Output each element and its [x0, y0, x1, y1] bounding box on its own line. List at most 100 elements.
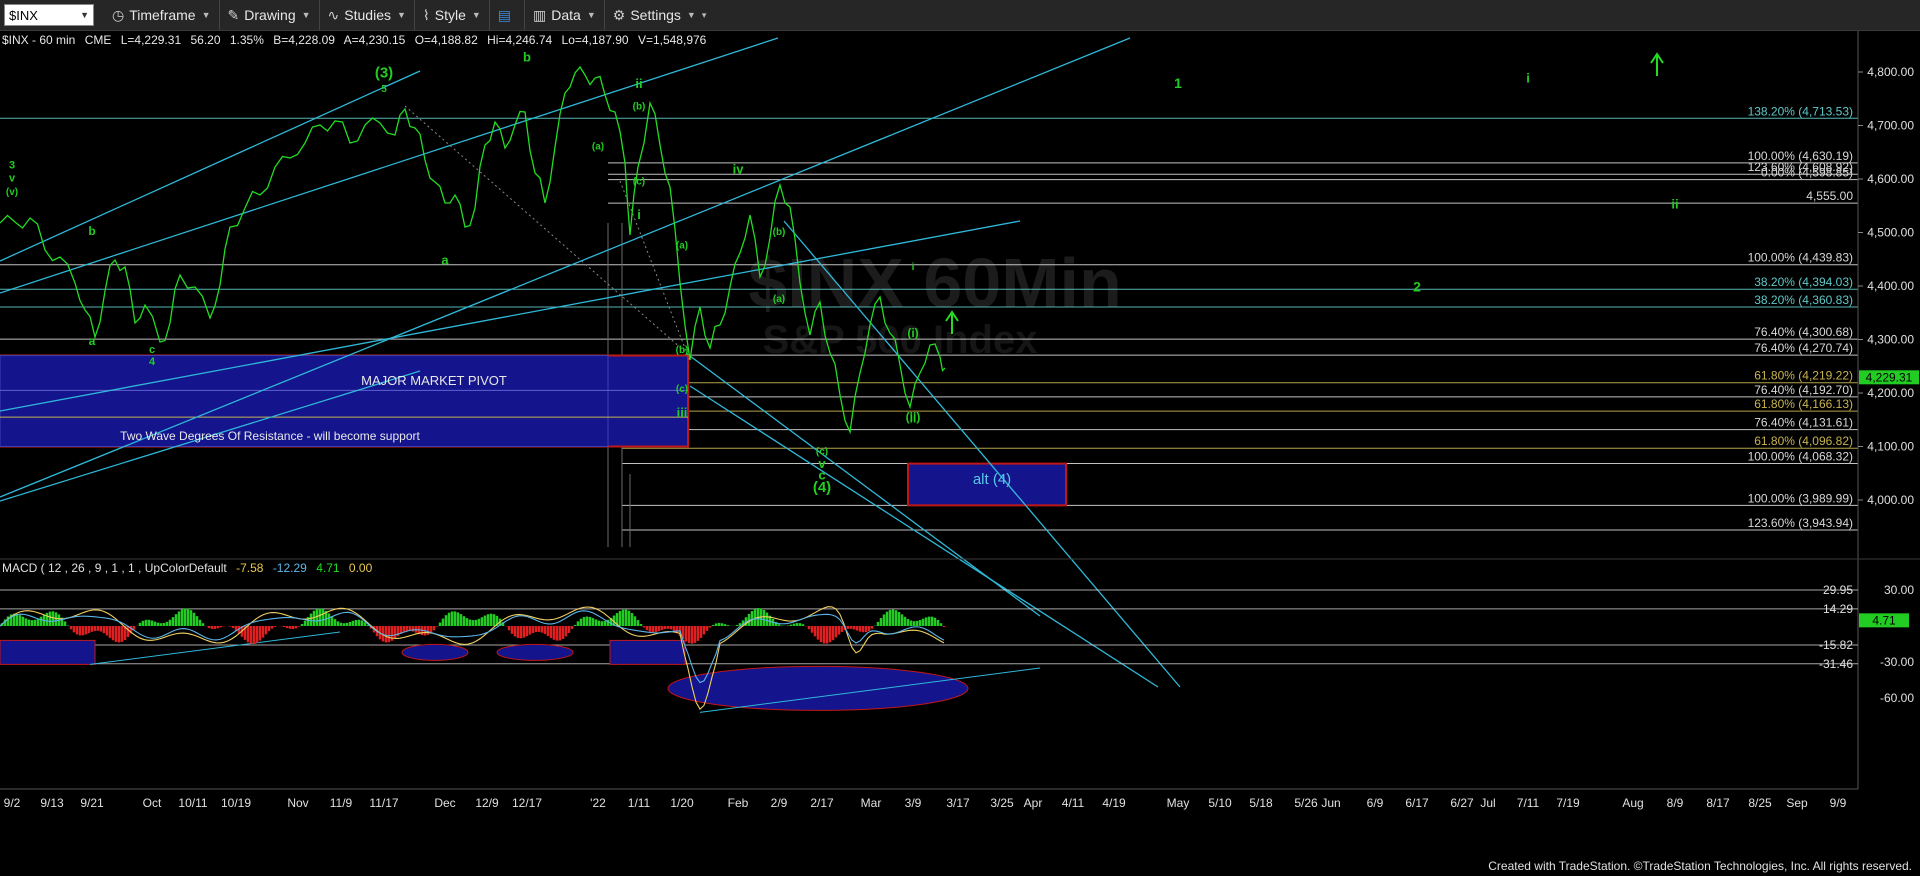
time-tick-label: Dec [434, 796, 455, 810]
wave-label: (i) [907, 326, 918, 340]
wave-label: ii [635, 76, 642, 91]
chevron-down-icon: ▼ [586, 10, 596, 20]
drawing-label: Drawing [244, 7, 296, 23]
time-tick-label: 4/11 [1062, 796, 1085, 810]
fib-label: 100.00% (3,989.99) [1748, 491, 1853, 505]
price-axis[interactable]: 4,800.00 4,700.00 4,600.00 4,500.00 4,400.00… [1858, 65, 1919, 507]
time-tick-label: 5/26 [1294, 796, 1318, 810]
time-tick-label: 12/17 [512, 796, 542, 810]
layout-button[interactable]: ▤ [490, 0, 526, 30]
header-low: Lo=4,187.90 [562, 33, 629, 47]
settings-menu[interactable]: ⚙ Settings ▼ ▾ [605, 0, 715, 30]
brush-icon: ⌇ [422, 6, 430, 23]
macd-level-label: 14.29 [1823, 602, 1853, 616]
fib-label: 100.00% (4,439.83) [1748, 251, 1853, 265]
header-bid: B=4,228.09 [273, 33, 335, 47]
style-menu[interactable]: ⌇ Style ▼ [415, 0, 490, 30]
chevron-down-icon: ▼ [80, 10, 89, 20]
time-tick-label: 11/9 [330, 796, 353, 810]
macd-zone-box [609, 639, 686, 665]
current-price-label: 4,229.31 [1866, 370, 1913, 384]
time-tick-label: 7/19 [1556, 796, 1580, 810]
wave-label: b [523, 49, 531, 64]
toolbar: $INX ▼ ◷ Timeframe ▼ ✎ Drawing ▼ ∿ Studies ▼ ⌇ S… [0, 0, 1920, 31]
time-axis[interactable]: 9/2 9/13 9/21 Oct 10/11 10/19 Nov 11/9 11/17 Dec 1… [4, 796, 1847, 810]
chevron-down-icon: ▼ [396, 10, 406, 20]
wave-label: 4 [149, 356, 156, 368]
price-tick-label: 4,000.00 [1867, 493, 1914, 507]
wave-label: 2 [1413, 278, 1421, 294]
time-tick-label: 7/11 [1517, 796, 1540, 810]
wave-label: (b) [676, 345, 689, 356]
time-tick-label: 1/20 [670, 796, 694, 810]
time-tick-label: 8/25 [1748, 796, 1772, 810]
price-tick-label: 4,700.00 [1867, 119, 1914, 133]
wave-label: (c) [633, 176, 645, 187]
time-tick-label: 8/9 [1667, 796, 1684, 810]
price-chart[interactable]: $INX - 60 min CME L=4,229.31 56.20 1.35%… [0, 31, 1920, 861]
wave-label: (ii) [906, 410, 921, 424]
time-tick-label: 4/19 [1102, 796, 1126, 810]
wave-label: v [9, 173, 16, 185]
fib-label: 61.80% (4,219.22) [1754, 369, 1853, 383]
chevron-down-icon: ▼ [686, 10, 696, 20]
wave-label: a [441, 253, 449, 268]
fib-label: 38.20% (4,360.83) [1754, 293, 1853, 307]
price-tick-label: 4,200.00 [1867, 386, 1914, 400]
header-symbol: $INX - 60 min [2, 33, 75, 47]
time-tick-label: 1/11 [628, 796, 651, 810]
header-last: L=4,229.31 [121, 33, 182, 47]
studies-menu[interactable]: ∿ Studies ▼ [320, 0, 415, 30]
time-tick-label: 6/17 [1405, 796, 1429, 810]
wave-label: a [89, 334, 96, 348]
timeframe-menu[interactable]: ◷ Timeframe ▼ [104, 0, 220, 30]
time-tick-label: 8/17 [1706, 796, 1730, 810]
pivot-title: MAJOR MARKET PIVOT [361, 373, 507, 388]
time-tick-label: 12/9 [475, 796, 499, 810]
wave-label: (a) [676, 241, 688, 252]
data-icon: ▥ [533, 6, 547, 23]
alt4-label: alt (4) [973, 471, 1011, 488]
time-tick-label: Mar [861, 796, 882, 810]
time-tick-label: Feb [728, 796, 749, 810]
time-tick-label: 9/13 [40, 796, 64, 810]
channel-line [0, 70, 421, 262]
wave-label: (c) [816, 447, 828, 458]
wave-label: b [88, 224, 95, 238]
time-tick-label: Jul [1480, 796, 1495, 810]
header-change: 56.20 [190, 33, 220, 47]
chevron-down-icon: ▼ [301, 10, 311, 20]
time-tick-label: Sep [1786, 796, 1808, 810]
fib-label: 76.40% (4,270.74) [1754, 341, 1853, 355]
fib-label: 61.80% (4,096.82) [1754, 434, 1853, 448]
timeframe-label: Timeframe [129, 7, 196, 23]
time-tick-label: 2/9 [771, 796, 788, 810]
macd-zone-box [0, 639, 96, 665]
macd-level-label: -31.46 [1819, 657, 1853, 671]
fib-label: 76.40% (4,192.70) [1754, 383, 1853, 397]
header-exchange: CME [85, 33, 112, 47]
time-tick-label: May [1167, 796, 1190, 810]
macd-axis-label: -30.00 [1880, 655, 1914, 669]
wave-label: i [1526, 71, 1530, 86]
data-menu[interactable]: ▥ Data ▼ [525, 0, 605, 30]
wave-label: (b) [773, 227, 786, 238]
projection-line [404, 105, 691, 357]
time-tick-label: 10/11 [178, 796, 207, 810]
time-tick-label: 3/17 [946, 796, 970, 810]
wave-label: (a) [592, 142, 604, 153]
clock-icon: ◷ [112, 6, 125, 23]
price-tick-label: 4,300.00 [1867, 333, 1914, 347]
footer-credit: Created with TradeStation. ©TradeStation… [1488, 859, 1912, 873]
up-arrow-icon [1650, 52, 1664, 76]
drawing-menu[interactable]: ✎ Drawing ▼ [220, 0, 320, 30]
symbol-input[interactable]: $INX ▼ [4, 4, 94, 26]
price-tick-label: 4,500.00 [1867, 226, 1914, 240]
chart-header: $INX - 60 min CME L=4,229.31 56.20 1.35%… [2, 33, 707, 47]
wave-label: (a) [773, 294, 785, 305]
time-tick-label: Apr [1024, 796, 1043, 810]
macd-pane: 29.95 14.29 -15.82 -31.46 30.00 -30.00 -60.00 4… [0, 583, 1914, 713]
time-tick-label: 10/19 [221, 796, 251, 810]
time-tick-label: 6/27 [1450, 796, 1474, 810]
wave-label: iv [733, 162, 745, 177]
